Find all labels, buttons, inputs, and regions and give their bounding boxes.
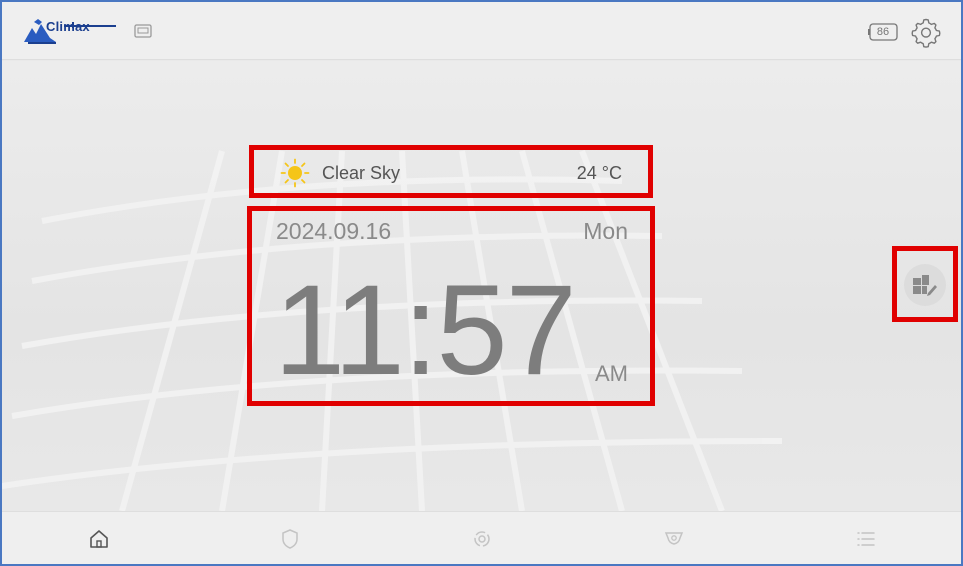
gear-icon[interactable] xyxy=(910,16,942,48)
weather-widget[interactable]: Clear Sky 24 °C xyxy=(249,145,653,198)
automation-icon[interactable] xyxy=(471,528,493,550)
home-screen: Clear Sky 24 °C 2024.09.16 Mon 11:57 AM xyxy=(2,61,961,511)
widget-edit-icon xyxy=(913,275,937,296)
edit-widgets-highlight xyxy=(892,246,958,322)
clock-widget[interactable]: 2024.09.16 Mon 11:57 AM xyxy=(247,206,655,406)
brand-name: Climax xyxy=(46,19,90,34)
camera-icon[interactable] xyxy=(663,528,685,550)
edit-widgets-button[interactable] xyxy=(904,264,946,306)
day-of-week: Mon xyxy=(583,218,628,244)
battery-level: 86 xyxy=(876,26,890,38)
bottom-nav xyxy=(2,511,961,564)
date-label: 2024.09.16 xyxy=(276,218,392,244)
top-bar: Climax 86 xyxy=(2,2,961,60)
monitor-icon[interactable] xyxy=(134,24,152,38)
weather-temperature: 24 °C xyxy=(576,163,622,183)
app-window: Climax 86 Clear Sky 24 °C 2024.09.16 Mon… xyxy=(0,0,963,566)
time-display: 11:57 xyxy=(274,259,577,402)
weather-condition: Clear Sky xyxy=(322,163,401,183)
am-pm-indicator: AM xyxy=(595,361,628,386)
sun-icon xyxy=(280,158,310,188)
home-icon[interactable] xyxy=(88,528,110,550)
list-icon[interactable] xyxy=(855,528,877,550)
shield-icon[interactable] xyxy=(279,528,301,550)
